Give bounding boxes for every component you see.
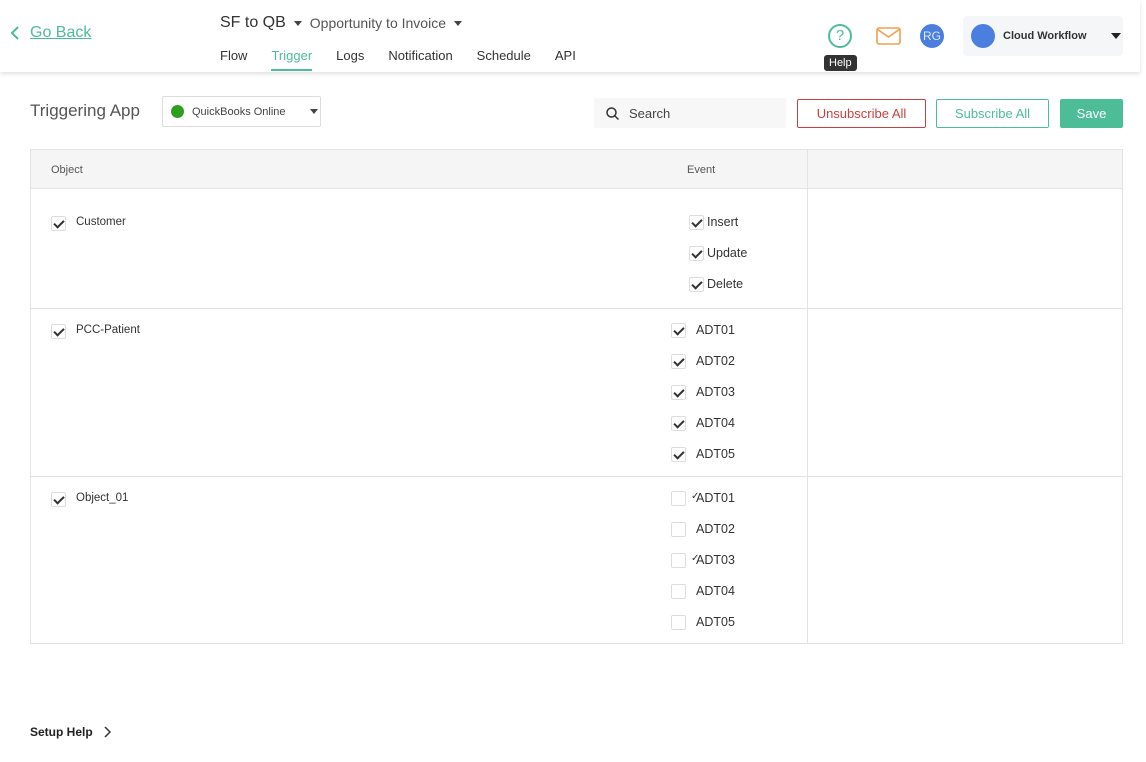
event-label: ADT02 bbox=[696, 354, 735, 368]
event-label: ADT05 bbox=[696, 447, 735, 461]
help-icon[interactable]: ? bbox=[828, 24, 852, 48]
table-row: Object_01 ADT01✓ ADT02 ADT03✓ ADT04 ADT0… bbox=[31, 477, 1122, 644]
search-placeholder: Search bbox=[629, 106, 670, 121]
event-checkbox[interactable] bbox=[671, 491, 686, 506]
event-label: ADT03 bbox=[696, 385, 735, 399]
event-checkbox[interactable] bbox=[671, 522, 686, 537]
event-label: ADT01 bbox=[696, 491, 735, 505]
setup-help-label: Setup Help bbox=[30, 725, 93, 739]
event-checkbox[interactable] bbox=[671, 385, 686, 400]
app-select[interactable]: QuickBooks Online bbox=[162, 96, 321, 127]
quickbooks-icon bbox=[171, 105, 184, 118]
tab-api[interactable]: API bbox=[555, 48, 576, 71]
object-checkbox[interactable] bbox=[51, 216, 66, 231]
event-checkbox[interactable] bbox=[671, 584, 686, 599]
tab-trigger[interactable]: Trigger bbox=[271, 48, 312, 71]
unsubscribe-all-button[interactable]: Unsubscribe All bbox=[797, 99, 926, 128]
event-checkbox[interactable] bbox=[671, 553, 686, 568]
tab-schedule[interactable]: Schedule bbox=[477, 48, 531, 71]
table-row: Customer Insert Update Delete bbox=[31, 189, 1122, 309]
flow-title: SF to QB Opportunity to Invoice bbox=[220, 14, 462, 32]
tab-flow[interactable]: Flow bbox=[220, 48, 247, 71]
column-divider bbox=[807, 150, 808, 643]
event-label: ADT03 bbox=[696, 553, 735, 567]
event-label: ADT02 bbox=[696, 522, 735, 536]
triggering-app-label: Triggering App bbox=[30, 101, 140, 121]
table-row: PCC-Patient ADT01 ADT02 ADT03 ADT04 ADT0… bbox=[31, 309, 1122, 477]
go-back-link[interactable]: Go Back bbox=[10, 24, 91, 42]
subscribe-all-button[interactable]: Subscribe All bbox=[936, 99, 1049, 128]
object-name: Customer bbox=[76, 216, 126, 228]
search-input[interactable]: Search bbox=[594, 98, 786, 128]
caret-down-icon bbox=[1111, 33, 1121, 39]
event-checkbox[interactable] bbox=[671, 447, 686, 462]
event-label: Delete bbox=[707, 277, 743, 291]
cloud-workflow-logo-icon bbox=[971, 24, 995, 48]
workspace-name: Cloud Workflow bbox=[1003, 30, 1103, 42]
event-label: ADT04 bbox=[696, 584, 735, 598]
object-checkbox[interactable] bbox=[51, 324, 66, 339]
top-header: Go Back SF to QB Opportunity to Invoice … bbox=[0, 0, 1140, 72]
nav-tabs: Flow Trigger Logs Notification Schedule … bbox=[220, 48, 576, 71]
event-checkbox[interactable] bbox=[671, 354, 686, 369]
event-checkbox[interactable] bbox=[671, 416, 686, 431]
tab-notification[interactable]: Notification bbox=[388, 48, 452, 71]
workspace-switcher[interactable]: Cloud Workflow bbox=[963, 16, 1123, 56]
event-checkbox[interactable] bbox=[689, 277, 704, 292]
chevron-right-icon bbox=[103, 726, 111, 738]
event-label: ADT05 bbox=[696, 615, 735, 629]
event-label: ADT04 bbox=[696, 416, 735, 430]
setup-help-link[interactable]: Setup Help bbox=[30, 725, 111, 739]
check-mark-icon: ✓ bbox=[691, 553, 699, 564]
event-label: Insert bbox=[707, 215, 738, 229]
go-back-label: Go Back bbox=[30, 24, 91, 42]
caret-down-icon[interactable] bbox=[454, 21, 462, 26]
event-label: Update bbox=[707, 246, 747, 260]
event-checkbox[interactable] bbox=[671, 323, 686, 338]
trigger-table: Object Event Customer Insert Update Dele… bbox=[30, 149, 1123, 644]
tab-logs[interactable]: Logs bbox=[336, 48, 364, 71]
mail-icon[interactable] bbox=[876, 27, 901, 45]
object-name: Object_01 bbox=[76, 492, 128, 504]
help-tooltip: Help bbox=[824, 55, 857, 71]
event-checkbox[interactable] bbox=[689, 246, 704, 261]
app-select-value: QuickBooks Online bbox=[192, 106, 302, 118]
caret-down-icon bbox=[310, 109, 318, 114]
object-checkbox[interactable] bbox=[51, 492, 66, 507]
search-icon bbox=[606, 107, 619, 120]
object-name: PCC-Patient bbox=[76, 324, 140, 336]
event-label: ADT01 bbox=[696, 323, 735, 337]
avatar[interactable]: RG bbox=[920, 24, 944, 48]
event-checkbox[interactable] bbox=[671, 615, 686, 630]
column-header-object: Object bbox=[51, 164, 83, 176]
column-header-event: Event bbox=[687, 164, 715, 176]
table-header: Object Event bbox=[31, 150, 1122, 189]
integration-dropdown[interactable]: Opportunity to Invoice bbox=[310, 15, 446, 31]
chevron-left-icon bbox=[10, 26, 20, 40]
flow-name-dropdown[interactable]: SF to QB bbox=[220, 14, 286, 32]
check-mark-icon: ✓ bbox=[691, 491, 699, 502]
save-button[interactable]: Save bbox=[1060, 99, 1123, 128]
event-checkbox[interactable] bbox=[689, 215, 704, 230]
caret-down-icon[interactable] bbox=[294, 21, 302, 26]
